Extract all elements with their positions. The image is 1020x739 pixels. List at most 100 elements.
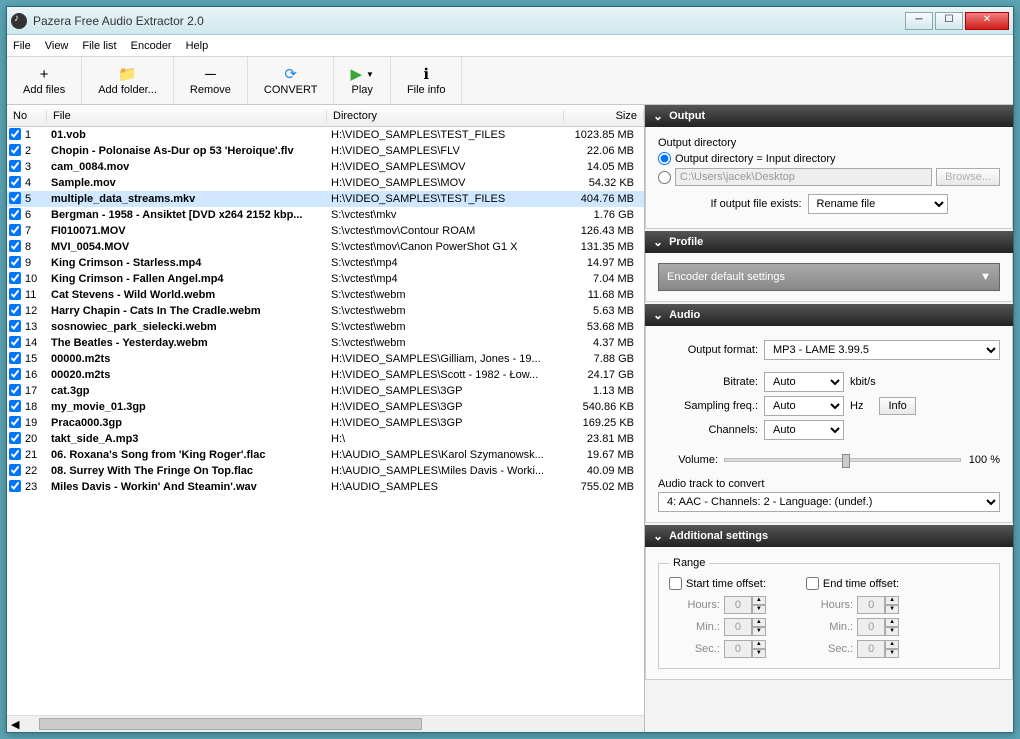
table-row[interactable]: 7FI010071.MOVS:\vctest\mov\Contour ROAM1… <box>7 223 644 239</box>
col-size[interactable]: Size <box>564 110 644 122</box>
profile-select[interactable]: Encoder default settings▼ <box>658 263 1000 291</box>
row-checkbox[interactable] <box>9 224 21 236</box>
end-sec[interactable] <box>857 640 885 658</box>
output-format-select[interactable]: MP3 - LAME 3.99.5 <box>764 340 1000 360</box>
table-row[interactable]: 1600020.m2tsH:\VIDEO_SAMPLES\Scott - 198… <box>7 367 644 383</box>
table-row[interactable]: 4Sample.movH:\VIDEO_SAMPLES\MOV54.32 KB <box>7 175 644 191</box>
close-button[interactable]: ✕ <box>965 12 1009 30</box>
row-checkbox[interactable] <box>9 176 21 188</box>
bitrate-select[interactable]: Auto <box>764 372 844 392</box>
row-checkbox[interactable] <box>9 192 21 204</box>
row-checkbox[interactable] <box>9 400 21 412</box>
row-checkbox[interactable] <box>9 336 21 348</box>
table-row[interactable]: 8MVI_0054.MOVS:\vctest\mov\Canon PowerSh… <box>7 239 644 255</box>
table-row[interactable]: 3cam_0084.movH:\VIDEO_SAMPLES\MOV14.05 M… <box>7 159 644 175</box>
row-checkbox[interactable] <box>9 448 21 460</box>
row-checkbox[interactable] <box>9 320 21 332</box>
maximize-button[interactable]: ☐ <box>935 12 963 30</box>
end-min[interactable] <box>857 618 885 636</box>
play-button[interactable]: ▶▼Play <box>334 57 390 104</box>
plus-icon: + <box>40 66 49 84</box>
start-sec[interactable] <box>724 640 752 658</box>
track-label: Audio track to convert <box>658 478 1000 490</box>
audio-header[interactable]: Audio <box>645 304 1013 326</box>
additional-header[interactable]: Additional settings <box>645 525 1013 547</box>
start-hours[interactable] <box>724 596 752 614</box>
start-min[interactable] <box>724 618 752 636</box>
row-checkbox[interactable] <box>9 160 21 172</box>
table-row[interactable]: 5multiple_data_streams.mkvH:\VIDEO_SAMPL… <box>7 191 644 207</box>
window-title: Pazera Free Audio Extractor 2.0 <box>33 14 905 28</box>
row-checkbox[interactable] <box>9 208 21 220</box>
table-row[interactable]: 13sosnowiec_park_sielecki.webmS:\vctest\… <box>7 319 644 335</box>
output-same-radio[interactable] <box>658 152 671 165</box>
table-row[interactable]: 2106. Roxana's Song from 'King Roger'.fl… <box>7 447 644 463</box>
row-checkbox[interactable] <box>9 432 21 444</box>
add-folder-button[interactable]: 📁Add folder... <box>82 57 174 104</box>
output-path-input[interactable] <box>675 168 932 186</box>
table-row[interactable]: 1500000.m2tsH:\VIDEO_SAMPLES\Gilliam, Jo… <box>7 351 644 367</box>
menu-filelist[interactable]: File list <box>82 40 116 52</box>
end-offset-checkbox[interactable] <box>806 577 819 590</box>
table-row[interactable]: 19Praca000.3gpH:\VIDEO_SAMPLES\3GP169.25… <box>7 415 644 431</box>
remove-button[interactable]: ─Remove <box>174 57 248 104</box>
exists-select[interactable]: Rename file <box>808 194 948 214</box>
browse-button[interactable]: Browse... <box>936 168 1000 186</box>
menu-help[interactable]: Help <box>186 40 209 52</box>
toolbar: +Add files 📁Add folder... ─Remove ⟳CONVE… <box>7 57 1013 105</box>
table-row[interactable]: 2Chopin - Polonaise As-Dur op 53 'Heroiq… <box>7 143 644 159</box>
audio-track-select[interactable]: 4: AAC - Channels: 2 - Language: (undef.… <box>658 492 1000 512</box>
play-icon: ▶ <box>350 66 362 84</box>
horizontal-scrollbar[interactable]: ◀ <box>7 715 644 732</box>
row-checkbox[interactable] <box>9 288 21 300</box>
table-row[interactable]: 2208. Surrey With The Fringe On Top.flac… <box>7 463 644 479</box>
start-offset-checkbox[interactable] <box>669 577 682 590</box>
menubar: File View File list Encoder Help <box>7 35 1013 57</box>
row-checkbox[interactable] <box>9 144 21 156</box>
table-row[interactable]: 20takt_side_A.mp3H:\23.81 MB <box>7 431 644 447</box>
table-row[interactable]: 101.vobH:\VIDEO_SAMPLES\TEST_FILES1023.8… <box>7 127 644 143</box>
add-files-button[interactable]: +Add files <box>7 57 82 104</box>
col-no[interactable]: No <box>7 110 47 122</box>
table-row[interactable]: 17cat.3gpH:\VIDEO_SAMPLES\3GP1.13 MB <box>7 383 644 399</box>
table-row[interactable]: 18my_movie_01.3gpH:\VIDEO_SAMPLES\3GP540… <box>7 399 644 415</box>
row-checkbox[interactable] <box>9 272 21 284</box>
file-list: No File Directory Size 101.vobH:\VIDEO_S… <box>7 105 645 732</box>
col-dir[interactable]: Directory <box>327 110 564 122</box>
row-checkbox[interactable] <box>9 384 21 396</box>
row-checkbox[interactable] <box>9 480 21 492</box>
row-checkbox[interactable] <box>9 368 21 380</box>
col-file[interactable]: File <box>47 110 327 122</box>
sampling-select[interactable]: Auto <box>764 396 844 416</box>
titlebar: Pazera Free Audio Extractor 2.0 ─ ☐ ✕ <box>7 7 1013 35</box>
menu-file[interactable]: File <box>13 40 31 52</box>
output-custom-radio[interactable] <box>658 171 671 184</box>
table-row[interactable]: 14The Beatles - Yesterday.webmS:\vctest\… <box>7 335 644 351</box>
row-checkbox[interactable] <box>9 128 21 140</box>
table-row[interactable]: 11Cat Stevens - Wild World.webmS:\vctest… <box>7 287 644 303</box>
output-header[interactable]: Output <box>645 105 1013 127</box>
table-row[interactable]: 9King Crimson - Starless.mp4S:\vctest\mp… <box>7 255 644 271</box>
rows-container[interactable]: 101.vobH:\VIDEO_SAMPLES\TEST_FILES1023.8… <box>7 127 644 715</box>
row-checkbox[interactable] <box>9 416 21 428</box>
channels-select[interactable]: Auto <box>764 420 844 440</box>
row-checkbox[interactable] <box>9 304 21 316</box>
file-info-button[interactable]: ℹFile info <box>391 57 463 104</box>
table-row[interactable]: 23Miles Davis - Workin' And Steamin'.wav… <box>7 479 644 495</box>
volume-slider[interactable] <box>724 458 961 462</box>
profile-header[interactable]: Profile <box>645 231 1013 253</box>
table-row[interactable]: 6Bergman - 1958 - Ansiktet [DVD x264 215… <box>7 207 644 223</box>
row-checkbox[interactable] <box>9 256 21 268</box>
range-fieldset: Range Start time offset: Hours:▲▼ Min.:▲… <box>658 557 1000 669</box>
info-button[interactable]: Info <box>879 397 915 415</box>
table-row[interactable]: 12Harry Chapin - Cats In The Cradle.webm… <box>7 303 644 319</box>
minimize-button[interactable]: ─ <box>905 12 933 30</box>
menu-view[interactable]: View <box>45 40 69 52</box>
row-checkbox[interactable] <box>9 240 21 252</box>
end-hours[interactable] <box>857 596 885 614</box>
table-row[interactable]: 10King Crimson - Fallen Angel.mp4S:\vcte… <box>7 271 644 287</box>
menu-encoder[interactable]: Encoder <box>131 40 172 52</box>
row-checkbox[interactable] <box>9 464 21 476</box>
row-checkbox[interactable] <box>9 352 21 364</box>
convert-button[interactable]: ⟳CONVERT <box>248 57 335 104</box>
